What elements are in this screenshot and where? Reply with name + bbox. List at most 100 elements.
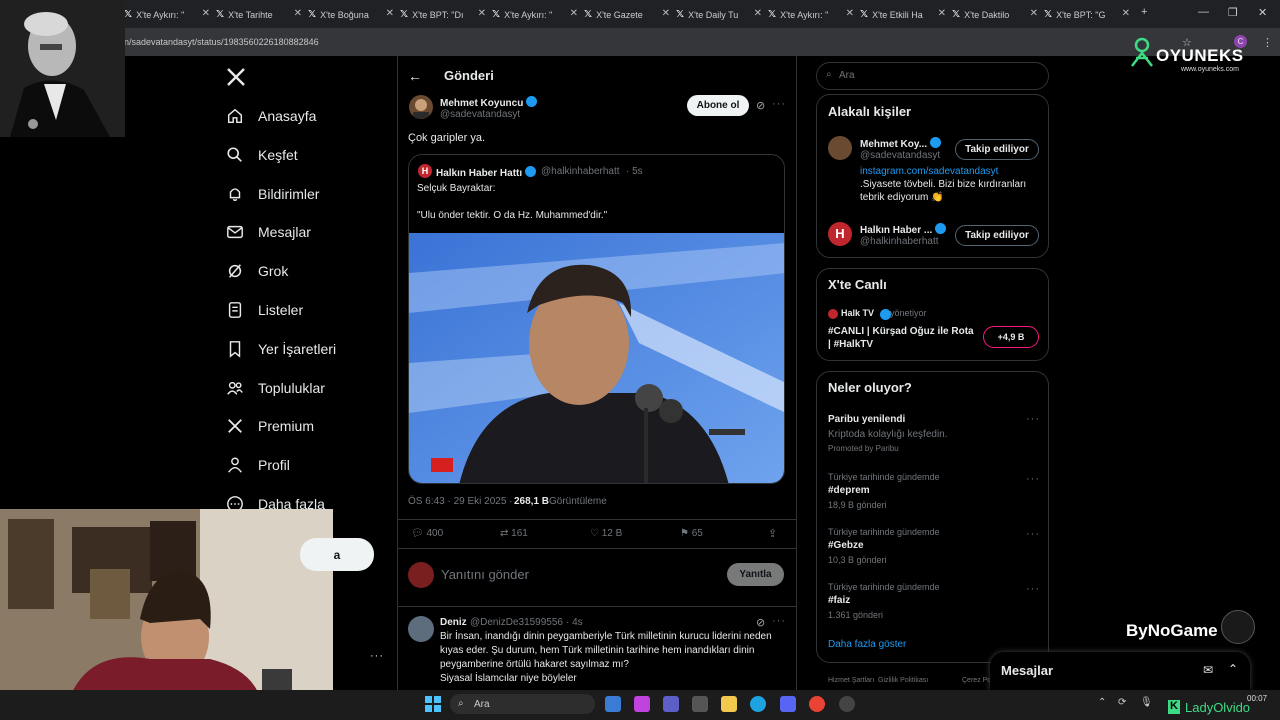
person-avatar[interactable]: H bbox=[828, 222, 852, 246]
sidebar-item-anasayfa[interactable]: Anasayfa bbox=[226, 105, 316, 127]
browser-tab[interactable]: 𝕏 X'te Etkili Ha ✕ bbox=[860, 5, 948, 24]
close-tab-icon[interactable]: ✕ bbox=[938, 8, 946, 19]
trend-name[interactable]: #deprem bbox=[828, 485, 870, 496]
close-tab-icon[interactable]: ✕ bbox=[754, 8, 762, 19]
footer-link[interactable]: Hizmet Şartları bbox=[828, 677, 874, 684]
show-more-link[interactable]: Daha fazla göster bbox=[828, 639, 906, 650]
grok-icon[interactable]: ⊘ bbox=[756, 616, 765, 629]
author-name[interactable]: Mehmet Koyuncu bbox=[440, 96, 538, 109]
author-handle[interactable]: @sadevatandasyt bbox=[440, 109, 520, 120]
expand-icon[interactable]: ⌃ bbox=[1228, 662, 1238, 676]
browser-tab[interactable]: 𝕏 X'te Tarihte ✕ bbox=[216, 5, 304, 24]
following-button[interactable]: Takip ediliyor bbox=[955, 225, 1039, 246]
taskbar-search[interactable] bbox=[450, 694, 595, 714]
more-options-icon[interactable]: ··· bbox=[1026, 528, 1040, 540]
browser-tab[interactable]: 𝕏 X'te Boğuna ✕ bbox=[308, 5, 396, 24]
account-menu-icon[interactable]: ··· bbox=[370, 650, 384, 662]
minimize-icon[interactable]: — bbox=[1198, 6, 1209, 18]
more-options-icon[interactable]: ··· bbox=[1026, 473, 1040, 485]
browser-tab[interactable]: 𝕏 X'te Aykırı: " ✕ bbox=[124, 5, 212, 24]
browser-tab[interactable]: 𝕏 X'te Daily Tu ✕ bbox=[676, 5, 764, 24]
file-explorer-icon[interactable] bbox=[721, 696, 737, 712]
reply-author-avatar[interactable] bbox=[408, 616, 434, 642]
url-text[interactable]: n/sadevatandasyt/status/1983560226180882… bbox=[124, 37, 319, 47]
x-logo-icon[interactable] bbox=[226, 67, 246, 87]
close-window-icon[interactable]: ✕ bbox=[1258, 6, 1267, 19]
sidebar-item-ke-fet[interactable]: Keşfet bbox=[226, 144, 298, 166]
sidebar-item-listeler[interactable]: Listeler bbox=[226, 299, 303, 321]
sidebar-item-profil[interactable]: Profil bbox=[226, 454, 290, 476]
listeners-badge[interactable]: +4,9 B bbox=[983, 326, 1039, 348]
windows-start-icon[interactable] bbox=[425, 696, 441, 712]
store-icon[interactable] bbox=[692, 696, 708, 712]
more-options-icon[interactable]: ··· bbox=[772, 98, 786, 110]
footer-link[interactable]: Çerez Po bbox=[962, 677, 991, 684]
new-tab-button[interactable]: + bbox=[1141, 6, 1147, 18]
following-button[interactable]: Takip ediliyor bbox=[955, 139, 1039, 160]
quoted-author-name[interactable]: Halkın Haber Hattı bbox=[436, 166, 537, 179]
reply-author-name[interactable]: Deniz bbox=[440, 617, 467, 628]
app-icon[interactable] bbox=[839, 696, 855, 712]
sidebar-item-mesajlar[interactable]: Mesajlar bbox=[226, 221, 311, 243]
maximize-icon[interactable]: ❐ bbox=[1228, 6, 1238, 19]
live-host[interactable]: Halk TV bbox=[841, 308, 874, 318]
close-tab-icon[interactable]: ✕ bbox=[202, 8, 210, 19]
browser-tab[interactable]: 𝕏 X'te Aykırı: " ✕ bbox=[768, 5, 856, 24]
like-stat[interactable]: ♡ 12 B bbox=[590, 528, 622, 539]
close-tab-icon[interactable]: ✕ bbox=[1030, 8, 1038, 19]
subscribe-button[interactable]: Abone ol bbox=[687, 95, 749, 116]
sidebar-item-topluluklar[interactable]: Topluluklar bbox=[226, 377, 325, 399]
sidebar-item-premium[interactable]: Premium bbox=[226, 415, 314, 437]
new-message-icon[interactable]: ✉ bbox=[1203, 663, 1213, 677]
mic-icon[interactable]: 🎙︎ bbox=[1140, 697, 1153, 708]
live-title-line1[interactable]: #CANLI | Kürşad Oğuz ile Rota bbox=[828, 326, 974, 337]
sidebar-item-grok[interactable]: Grok bbox=[226, 260, 288, 282]
more-options-icon[interactable]: ··· bbox=[1026, 583, 1040, 595]
reply-input[interactable]: Yanıtını gönder bbox=[441, 567, 529, 582]
edge-icon[interactable] bbox=[750, 696, 766, 712]
sync-icon[interactable]: ⟳ bbox=[1118, 697, 1126, 708]
search-input[interactable]: Ara bbox=[839, 70, 855, 81]
teams-icon[interactable] bbox=[663, 696, 679, 712]
reply-button[interactable]: Yanıtla bbox=[727, 563, 784, 586]
close-tab-icon[interactable]: ✕ bbox=[662, 8, 670, 19]
discord-icon[interactable] bbox=[780, 696, 796, 712]
browser-tab[interactable]: 𝕏 X'te Aykırı: " ✕ bbox=[492, 5, 580, 24]
live-title-line2[interactable]: | #HalkTV bbox=[828, 339, 873, 350]
chrome-icon[interactable] bbox=[809, 696, 825, 712]
post-button[interactable]: a bbox=[300, 538, 374, 571]
share-icon[interactable]: ⇪ bbox=[768, 527, 777, 540]
sidebar-item-yer-i-aretleri[interactable]: Yer İşaretleri bbox=[226, 338, 336, 360]
taskview-icon[interactable] bbox=[605, 696, 621, 712]
close-tab-icon[interactable]: ✕ bbox=[570, 8, 578, 19]
tray-chevron-icon[interactable]: ⌃ bbox=[1098, 697, 1106, 708]
close-tab-icon[interactable]: ✕ bbox=[294, 8, 302, 19]
more-options-icon[interactable]: ··· bbox=[1026, 413, 1040, 425]
person-name[interactable]: Halkın Haber ... bbox=[860, 223, 947, 236]
close-tab-icon[interactable]: ✕ bbox=[478, 8, 486, 19]
quoted-author-avatar[interactable]: H bbox=[418, 164, 432, 178]
close-tab-icon[interactable]: ✕ bbox=[1122, 8, 1130, 19]
close-tab-icon[interactable]: ✕ bbox=[386, 8, 394, 19]
trend-name[interactable]: #Gebze bbox=[828, 540, 864, 551]
more-options-icon[interactable]: ··· bbox=[772, 615, 786, 627]
quoted-post-image[interactable] bbox=[409, 233, 784, 483]
grok-icon[interactable]: ⊘ bbox=[756, 99, 765, 112]
bio-link[interactable]: instagram.com/sadevatandasyt bbox=[860, 166, 998, 177]
taskbar-search-input[interactable]: Ara bbox=[474, 699, 490, 710]
reply-stat[interactable]: 💬︎ 400 bbox=[411, 528, 443, 539]
copilot-icon[interactable] bbox=[634, 696, 650, 712]
author-avatar[interactable] bbox=[409, 95, 433, 119]
promo-name[interactable]: Paribu yenilendi bbox=[828, 414, 905, 425]
browser-menu-icon[interactable]: ⋮ bbox=[1262, 36, 1273, 49]
back-arrow-icon[interactable]: ← bbox=[408, 68, 422, 84]
browser-tab[interactable]: 𝕏 X'te Gazete ✕ bbox=[584, 5, 672, 24]
browser-tab[interactable]: 𝕏 X'te BPT: "G ✕ bbox=[1044, 5, 1132, 24]
compose-grok-icon[interactable] bbox=[1221, 610, 1255, 644]
bookmark-stat[interactable]: ⚑ 65 bbox=[680, 528, 703, 539]
trend-name[interactable]: #faiz bbox=[828, 595, 850, 606]
quoted-post-card[interactable]: H Halkın Haber Hattı @halkinhaberhatt · … bbox=[408, 154, 785, 484]
footer-link[interactable]: Gizlilik Politikası bbox=[878, 677, 928, 684]
browser-tab[interactable]: 𝕏 X'te BPT: "Dı ✕ bbox=[400, 5, 488, 24]
repost-stat[interactable]: ⇄ 161 bbox=[500, 528, 528, 539]
